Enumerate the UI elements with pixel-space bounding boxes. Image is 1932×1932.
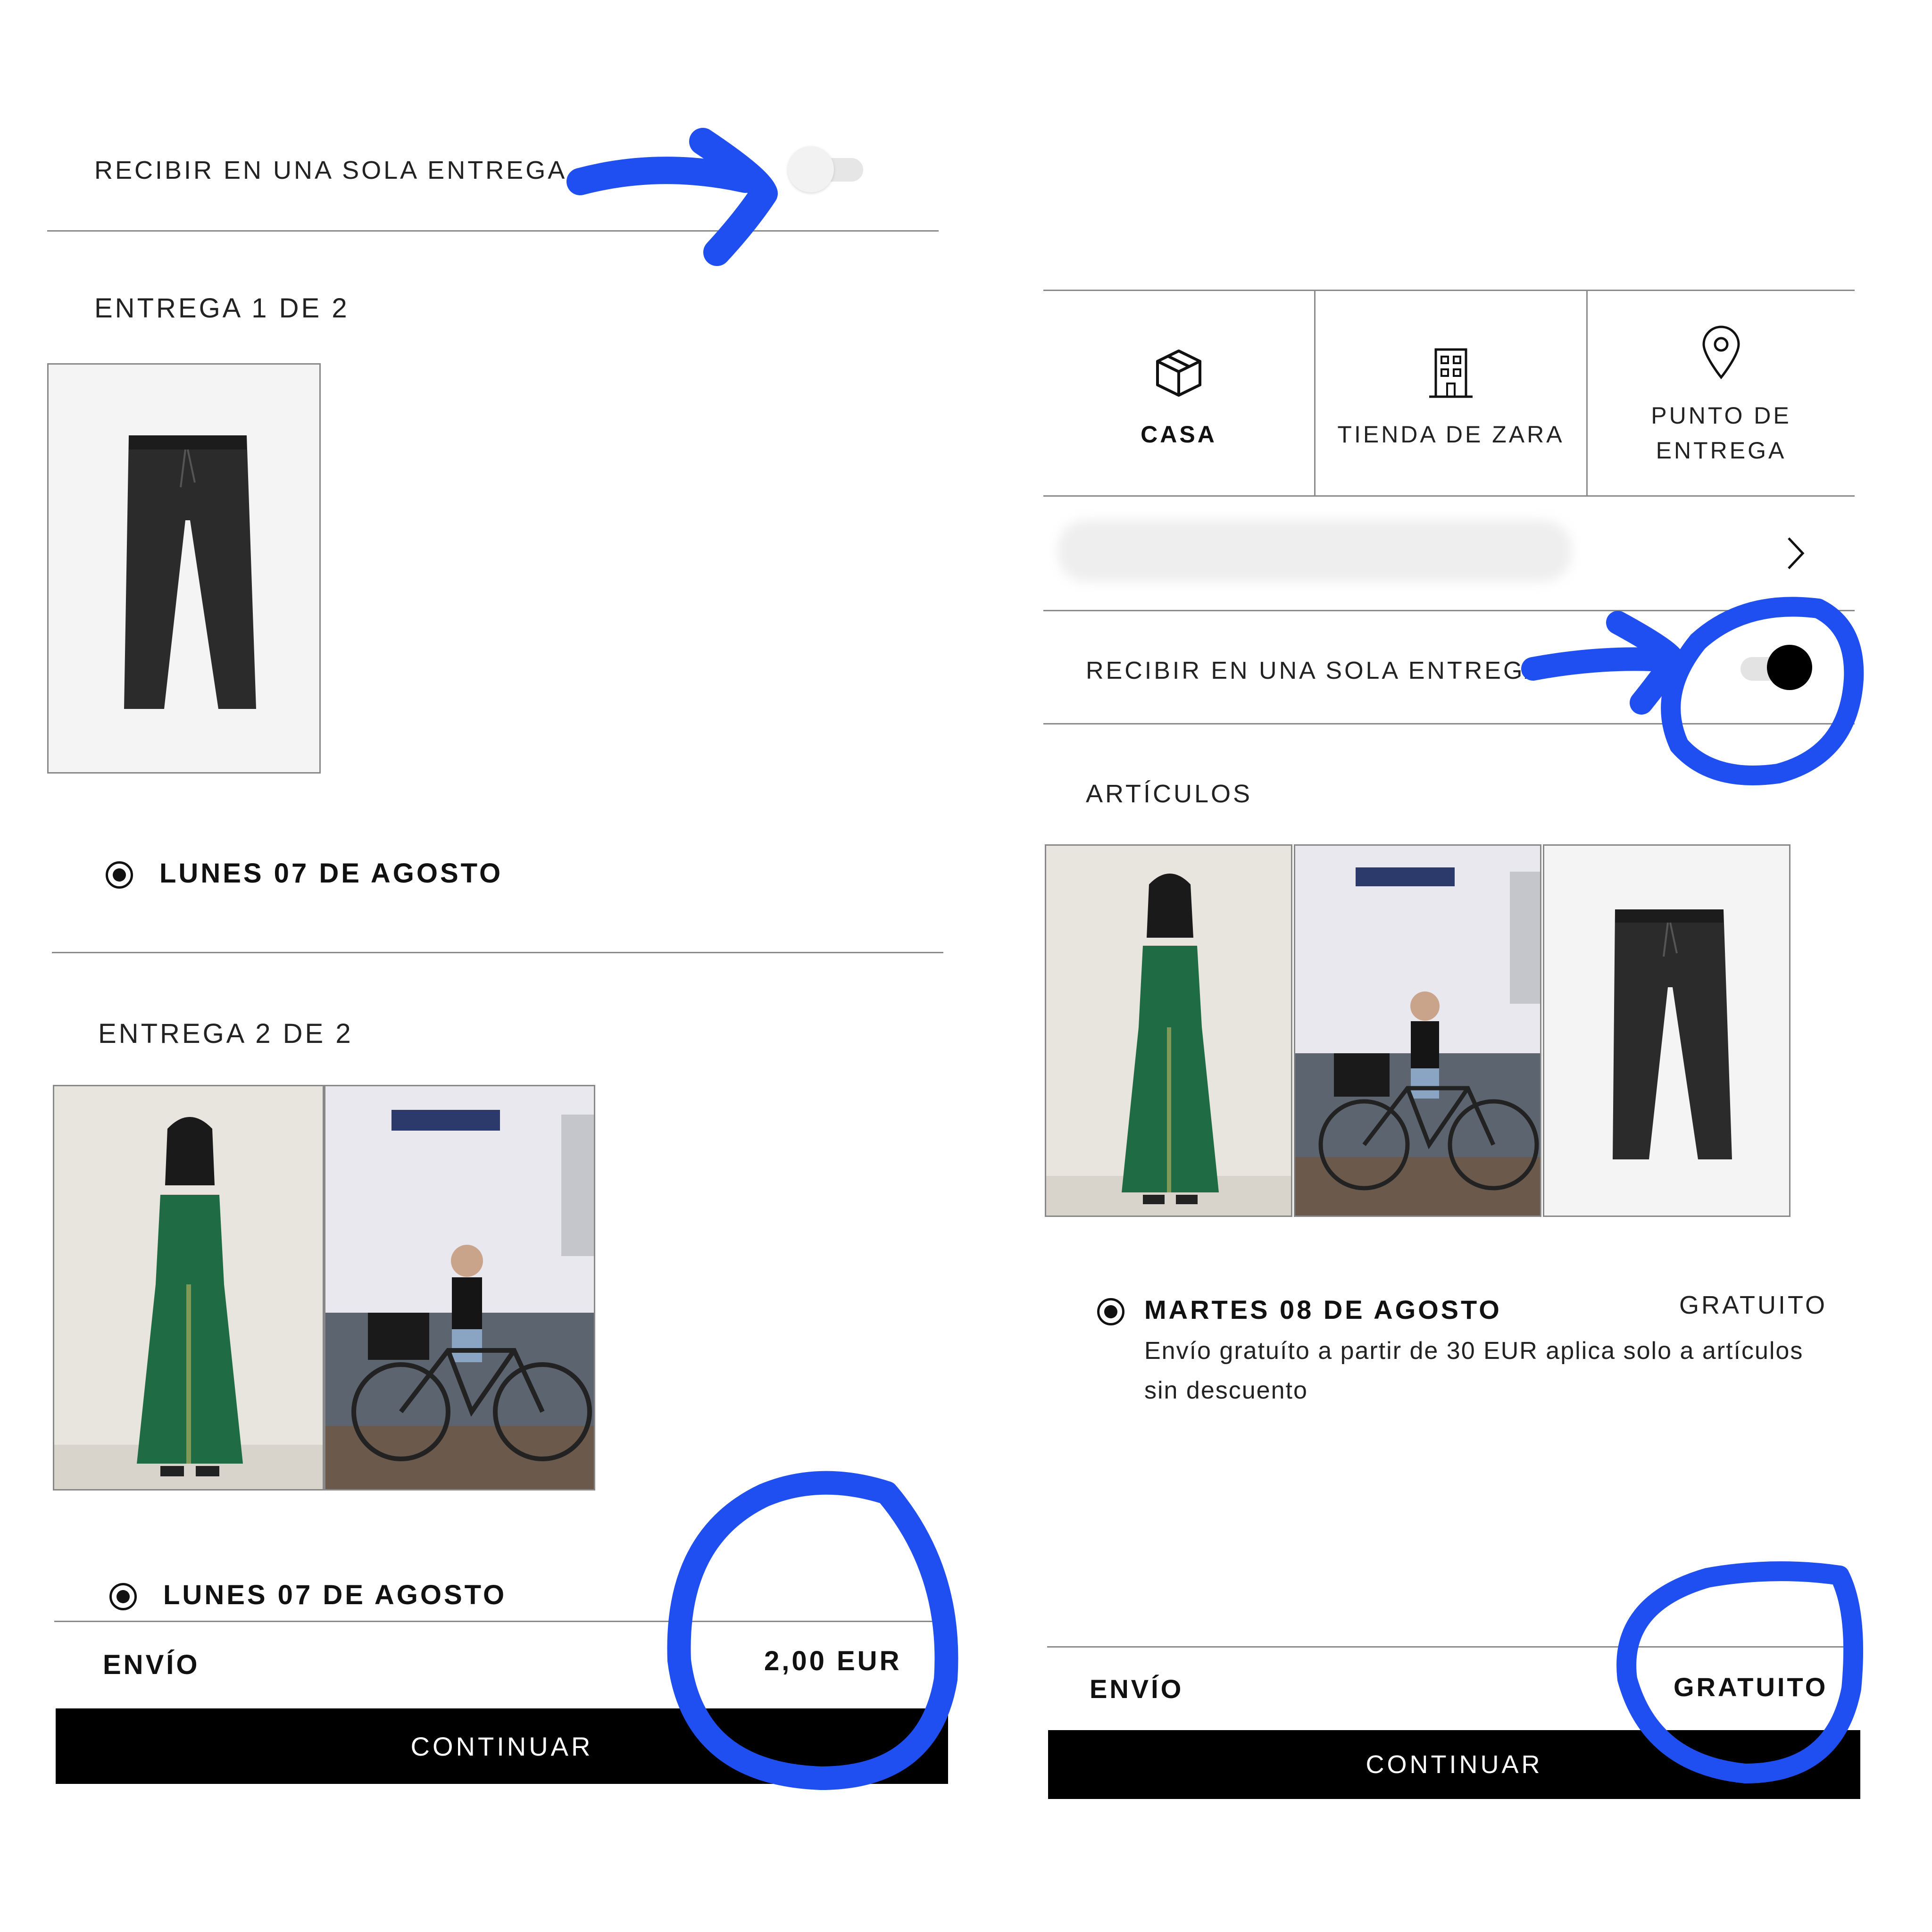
tab-punto-label: PUNTO DE ENTREGA <box>1651 402 1791 464</box>
product-image-street-bike[interactable] <box>324 1085 595 1491</box>
delivery-1-title: ENTREGA 1 DE 2 <box>94 293 350 324</box>
shipping-price-right: GRATUITO <box>1674 1672 1828 1702</box>
shipping-price: 2,00 EUR <box>764 1646 902 1676</box>
single-delivery-toggle-right[interactable] <box>1736 644 1816 691</box>
street-illustration <box>1295 846 1540 1216</box>
shipping-label: ENVÍO <box>103 1649 200 1680</box>
redacted-address <box>1058 520 1572 582</box>
date-right: MARTES 08 DE AGOSTO <box>1144 1295 1502 1324</box>
single-delivery-label: RECIBIR EN UNA SOLA ENTREGA <box>94 156 567 184</box>
single-delivery-toggle[interactable] <box>788 144 868 192</box>
chevron-right-icon <box>1788 537 1805 569</box>
delivery-2-date-radio[interactable] <box>109 1583 137 1610</box>
product-image-pants[interactable] <box>47 363 321 774</box>
free-shipping-note: Envío gratuíto a partir de 30 EUR aplica… <box>1144 1337 1804 1404</box>
divider <box>54 1621 948 1622</box>
date-radio-right[interactable] <box>1097 1298 1124 1325</box>
date-price-right: GRATUITO <box>1679 1291 1828 1319</box>
divider <box>1043 723 1855 724</box>
item-image-pants[interactable] <box>1543 844 1790 1217</box>
item-image-street-bike[interactable] <box>1294 844 1541 1217</box>
continue-button[interactable]: CONTINUAR <box>56 1708 948 1784</box>
street-illustration <box>325 1086 594 1489</box>
pants-illustration <box>124 435 256 709</box>
address-row[interactable] <box>1043 497 1855 610</box>
product-image-green-dress[interactable] <box>53 1085 324 1491</box>
tab-casa-label: CASA <box>1141 421 1217 448</box>
tab-tienda-label: TIENDA DE ZARA <box>1337 421 1565 448</box>
box-icon <box>1156 350 1201 397</box>
delivery-1-date: LUNES 07 DE AGOSTO <box>159 858 503 889</box>
divider <box>52 952 943 953</box>
tab-casa[interactable]: CASA <box>1043 291 1314 496</box>
tab-punto-de-entrega[interactable]: PUNTO DE ENTREGA <box>1588 291 1855 496</box>
delivery-2-date: LUNES 07 DE AGOSTO <box>163 1580 507 1610</box>
items-title: ARTÍCULOS <box>1086 780 1253 808</box>
continue-button-right[interactable]: CONTINUAR <box>1048 1730 1860 1799</box>
shipping-label-right: ENVÍO <box>1090 1674 1184 1704</box>
location-pin-icon <box>1702 325 1740 379</box>
building-icon <box>1429 348 1473 398</box>
tab-tienda-de-zara[interactable]: TIENDA DE ZARA <box>1316 291 1586 496</box>
item-image-green-dress[interactable] <box>1045 844 1292 1217</box>
delivery-2-title: ENTREGA 2 DE 2 <box>98 1018 353 1049</box>
divider <box>47 230 939 232</box>
dress-illustration <box>54 1117 323 1489</box>
single-delivery-label-right: RECIBIR EN UNA SOLA ENTREGA <box>1086 657 1544 684</box>
pants-illustration <box>1613 909 1732 1159</box>
delivery-1-date-radio[interactable] <box>106 861 133 889</box>
divider <box>1043 610 1855 611</box>
dress-illustration <box>1046 874 1291 1216</box>
divider <box>1047 1646 1855 1648</box>
